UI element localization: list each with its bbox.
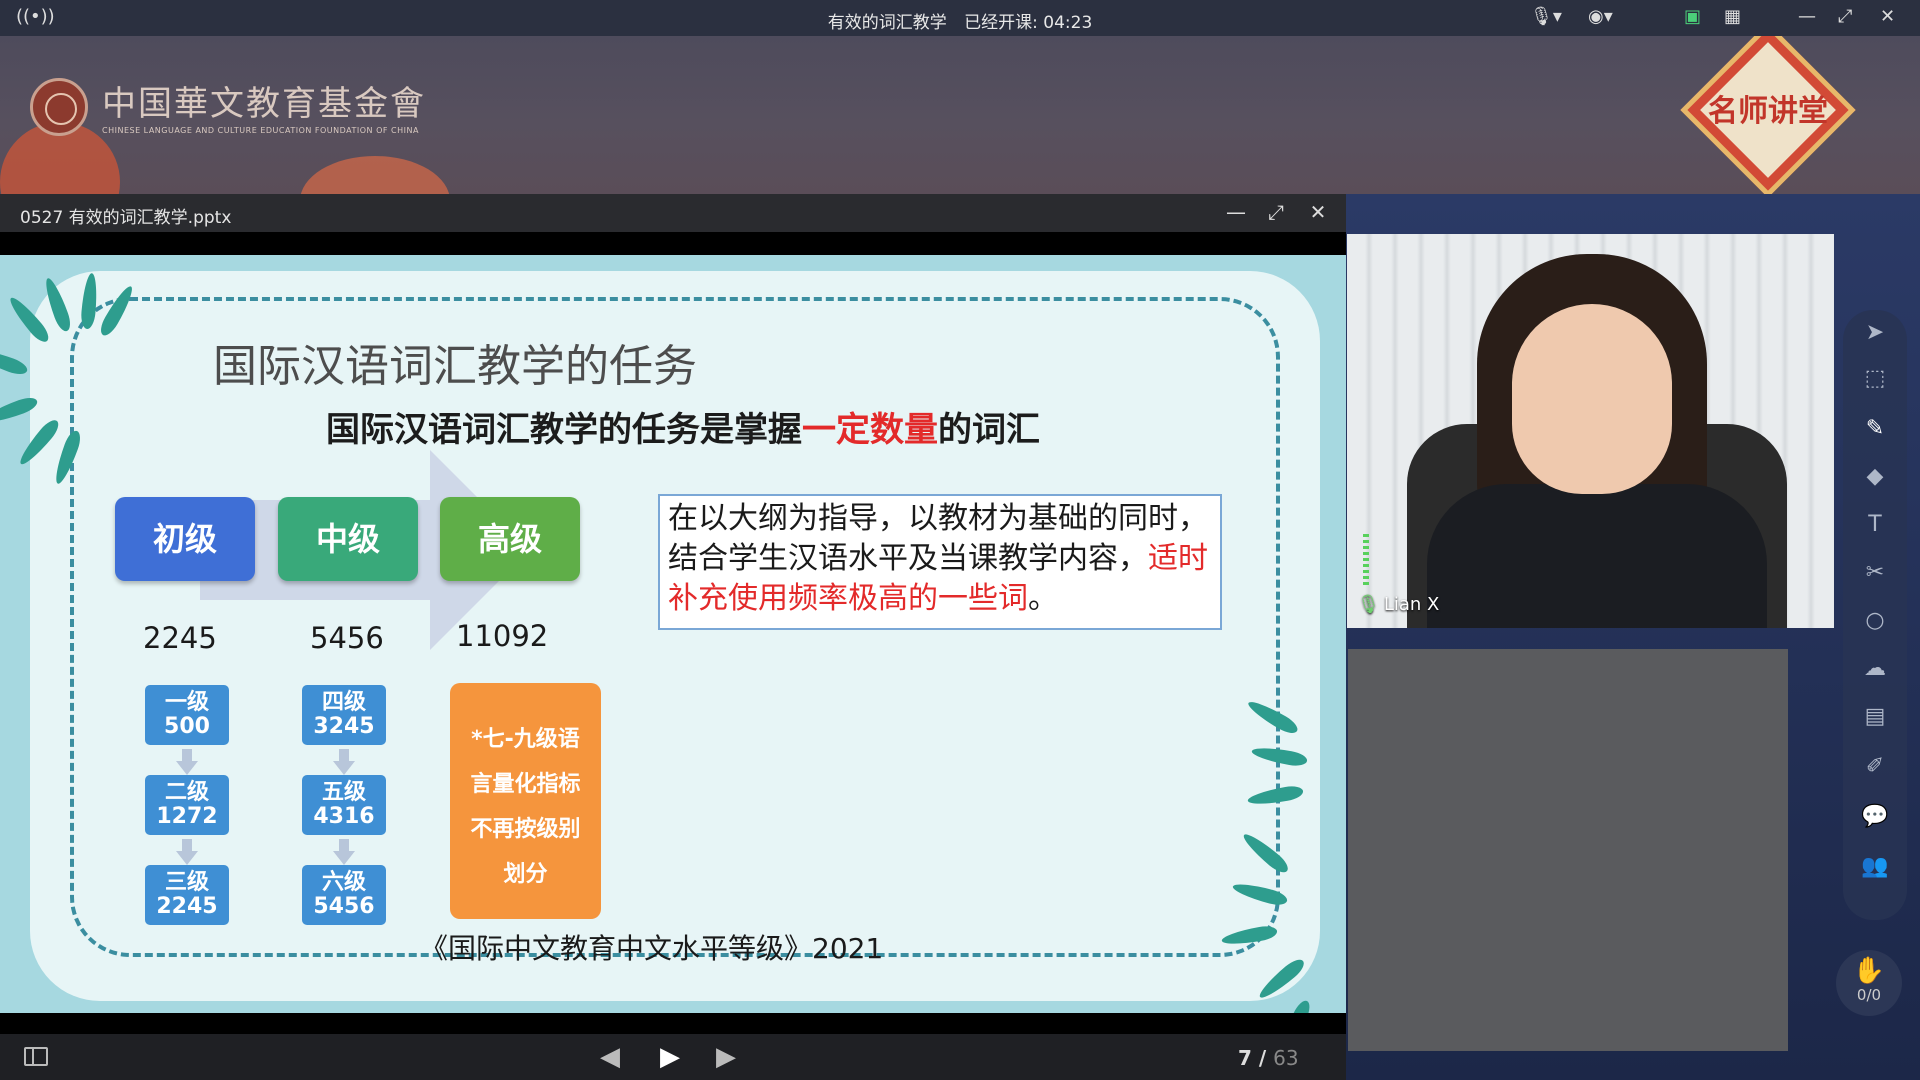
ppt-titlebar: 0527 有效的词汇教学.pptx — ⤢ ✕: [0, 194, 1346, 232]
sublevel-box: 六级 5456: [302, 865, 386, 925]
sublevel-box: 一级 500: [145, 685, 229, 745]
advanced-note-line: *七-九级语: [471, 727, 580, 752]
current-page: 7: [1238, 1046, 1252, 1070]
sublevel-count: 4316: [313, 804, 375, 829]
level-total: 11092: [456, 619, 549, 653]
record-icon[interactable]: ▣: [1684, 6, 1701, 27]
ppt-close-icon[interactable]: ✕: [1304, 200, 1332, 224]
slide-subtitle: 国际汉语词汇教学的任务是掌握一定数量的词汇: [0, 402, 1346, 451]
level-primary: 初级: [115, 497, 255, 581]
subtitle-part: 国际汉语词汇教学的任务是掌握: [326, 410, 802, 450]
close-icon[interactable]: ✕: [1880, 6, 1895, 27]
play-icon[interactable]: ▶: [660, 1042, 680, 1072]
org-name: 中国華文教育基金會: [102, 84, 426, 124]
grid-icon[interactable]: ▦: [1724, 6, 1741, 27]
sublevel-count: 1272: [156, 804, 218, 829]
advanced-note-line: 言量化指标: [470, 772, 581, 797]
slide-textbox: 在以大纲为指导，以教材为基础的同时，结合学生汉语水平及当课教学内容，适时补充使用…: [658, 494, 1222, 630]
raise-hand-icon: ✋: [1852, 956, 1886, 986]
pointer-icon[interactable]: ➤: [1843, 320, 1907, 345]
participant-name: Lian X: [1383, 594, 1440, 615]
sublevel-name: 六级: [321, 870, 366, 895]
edit-icon[interactable]: ✐: [1843, 754, 1907, 779]
level-total: 5456: [310, 621, 384, 655]
elapsed-time: 已经开课: 04:23: [964, 13, 1093, 33]
sublevel-name: 四级: [321, 690, 366, 715]
foundation-logo-icon: [30, 78, 88, 136]
chat-icon[interactable]: 💬: [1843, 804, 1907, 829]
live-class-app: ((•)) 有效的词汇教学 已经开课: 04:23 🎙▾ ◉▾ ▣ ▦ — ⤢ …: [0, 0, 1920, 1080]
text-tool-icon[interactable]: T: [1843, 512, 1907, 537]
level-advanced: 高级: [440, 497, 580, 581]
select-icon[interactable]: ⬚: [1843, 366, 1907, 391]
audio-level-meter: [1363, 534, 1369, 586]
users-icon[interactable]: 👥: [1843, 854, 1907, 879]
thumbnail-panel-icon[interactable]: [24, 1047, 48, 1066]
sublevel-box: 四级 3245: [302, 685, 386, 745]
level-intermediate: 中级: [278, 497, 418, 581]
raise-hand-count: 0/0: [1856, 986, 1882, 1004]
course-banner: 中国華文教育基金會 CHINESE LANGUAGE AND CULTURE E…: [0, 36, 1920, 194]
sublevel-name: 二级: [164, 780, 209, 805]
textbox-text: 在以大纲为指导，以教材为基础的同时，结合学生汉语水平及当课教学内容，: [668, 501, 1208, 576]
sublevel-name: 五级: [321, 780, 366, 805]
laser-pen-icon[interactable]: ✎: [1843, 408, 1907, 448]
shape-icon[interactable]: ○: [1843, 608, 1907, 633]
eraser-icon[interactable]: ◆: [1843, 464, 1907, 489]
down-arrow-icon: [333, 839, 355, 865]
level-total: 2245: [143, 621, 217, 655]
teacher-video[interactable]: 🎙 Lian X: [1347, 234, 1834, 628]
down-arrow-icon: [333, 749, 355, 775]
next-slide-icon[interactable]: ▶: [716, 1042, 736, 1072]
class-title-area: 有效的词汇教学 已经开课: 04:23: [0, 8, 1920, 33]
sublevel-box: 三级 2245: [145, 865, 229, 925]
minimize-icon[interactable]: —: [1798, 6, 1816, 27]
page-separator: /: [1258, 1046, 1267, 1070]
annotation-toolbar: ➤ ⬚ ✎ ◆ T ✂ ○ ☁ ▤ ✐ 💬 👥: [1843, 310, 1907, 920]
cloud-icon[interactable]: ☁: [1843, 656, 1907, 681]
camera-icon[interactable]: ◉▾: [1588, 6, 1613, 27]
total-pages: 63: [1273, 1046, 1299, 1070]
famous-teacher-badge: 名师讲堂: [1668, 36, 1858, 194]
sublevel-count: 500: [164, 714, 210, 739]
down-arrow-icon: [176, 749, 198, 775]
ppt-fullscreen-icon[interactable]: ⤢: [1262, 200, 1290, 224]
sublevel-count: 2245: [156, 894, 218, 919]
restore-icon[interactable]: ⤢: [1838, 6, 1852, 27]
mic-active-icon: 🎙: [1357, 594, 1380, 615]
page-indicator: 7 / 63: [1238, 1046, 1299, 1070]
raise-hand-button[interactable]: ✋ 0/0: [1836, 950, 1902, 1016]
sublevel-name: 三级: [164, 870, 209, 895]
course-title: 有效的词汇教学: [827, 13, 947, 33]
participant-label: 🎙 Lian X: [1357, 594, 1439, 615]
secondary-video-placeholder: [1348, 649, 1788, 1051]
sublevel-count: 3245: [313, 714, 375, 739]
ppt-minimize-icon[interactable]: —: [1222, 200, 1250, 224]
slide-canvas: 国际汉语词汇教学的任务 国际汉语词汇教学的任务是掌握一定数量的词汇 初级 中级 …: [0, 255, 1346, 1013]
advanced-note-box: *七-九级语 言量化指标 不再按级别 划分: [450, 683, 601, 919]
org-english-name: CHINESE LANGUAGE AND CULTURE EDUCATION F…: [102, 126, 419, 135]
ppt-control-bar: ◀ ▶ ▶ 7 / 63: [0, 1034, 1346, 1080]
sublevel-box: 二级 1272: [145, 775, 229, 835]
prev-slide-icon[interactable]: ◀: [600, 1042, 620, 1072]
mic-icon[interactable]: 🎙▾: [1530, 6, 1562, 27]
toolbox-icon[interactable]: ▤: [1843, 704, 1907, 729]
ppt-viewer: 0527 有效的词汇教学.pptx — ⤢ ✕ 国际汉语词汇教学的任务 国际汉语…: [0, 194, 1346, 1080]
banner-decoration: [300, 156, 450, 194]
slide-source-caption: 《国际中文教育中文水平等级》2021: [420, 932, 884, 965]
sublevel-count: 5456: [313, 894, 375, 919]
top-bar: ((•)) 有效的词汇教学 已经开课: 04:23 🎙▾ ◉▾ ▣ ▦ — ⤢ …: [0, 0, 1920, 36]
advanced-note-line: 划分: [503, 862, 548, 887]
textbox-text: 。: [1028, 581, 1058, 616]
badge-text: 名师讲堂: [1708, 94, 1828, 129]
subtitle-highlight: 一定数量: [802, 410, 938, 450]
subtitle-part: 的词汇: [938, 410, 1040, 450]
ppt-filename: 0527 有效的词汇教学.pptx: [20, 208, 232, 228]
sublevel-box: 五级 4316: [302, 775, 386, 835]
advanced-note-line: 不再按级别: [470, 817, 581, 842]
scissors-icon[interactable]: ✂: [1843, 560, 1907, 585]
slide-title: 国际汉语词汇教学的任务: [213, 341, 697, 392]
down-arrow-icon: [176, 839, 198, 865]
sublevel-name: 一级: [164, 690, 209, 715]
